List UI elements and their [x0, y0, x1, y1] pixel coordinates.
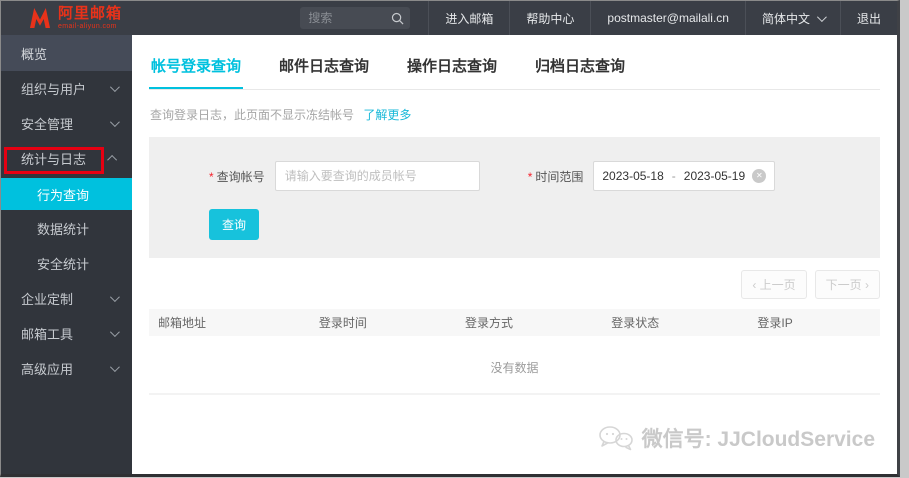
sidebar-item-label: 企业定制: [21, 292, 74, 307]
sidebar-item-behavior-query[interactable]: 行为查询: [1, 178, 132, 210]
tab-operation-log-query[interactable]: 操作日志查询: [405, 49, 499, 89]
chevron-down-icon: [109, 117, 120, 128]
sidebar-item-label: 统计与日志: [21, 152, 87, 167]
content-divider: [149, 393, 880, 395]
account-field-label: * 查询帐号: [209, 168, 265, 185]
logo-m-icon: [30, 8, 50, 28]
date-separator: -: [671, 169, 676, 183]
language-label: 简体中文: [761, 11, 810, 26]
sidebar-item-label: 邮箱工具: [21, 327, 74, 342]
clear-date-icon[interactable]: [752, 169, 767, 183]
required-asterisk: *: [527, 169, 533, 184]
date-range-picker[interactable]: 2023-05-18 - 2023-05-19: [593, 161, 776, 191]
account-label-text: 查询帐号: [216, 169, 265, 184]
sidebar-item-org-users[interactable]: 组织与用户: [1, 71, 132, 106]
chevron-down-icon: [109, 362, 120, 373]
col-login-status: 登录状态: [611, 316, 660, 330]
page-description: 查询登录日志，此页面不显示冻结帐号 了解更多: [150, 106, 880, 123]
sidebar-item-overview[interactable]: 概览: [1, 35, 132, 71]
sidebar-nav: 概览 组织与用户 安全管理 统计与日志 行为查询 数据统计 安全统计 企业定制 …: [1, 35, 132, 474]
result-table-header: 邮箱地址 登录时间 登录方式 登录状态 登录IP: [149, 309, 880, 336]
next-page-button[interactable]: 下一页 ›: [814, 270, 880, 299]
query-submit-button[interactable]: 查询: [209, 209, 260, 240]
learn-more-link[interactable]: 了解更多: [363, 108, 411, 122]
logout-link[interactable]: 退出: [839, 1, 897, 35]
help-center-label: 帮助中心: [526, 11, 575, 26]
date-range-group: * 时间范围 2023-05-18 - 2023-05-19: [528, 161, 776, 191]
query-form-panel: *查询帐号 *时间范围 2023-05-18 - 2023-05-19 查询: [149, 137, 880, 258]
required-asterisk: *: [209, 169, 214, 184]
account-input[interactable]: [274, 161, 480, 191]
main-content: 帐号登录查询 邮件日志查询 操作日志查询 归档日志查询 查询登录日志，此页面不显…: [132, 35, 897, 474]
logo-text: 阿里邮箱 email-aliyun.com: [58, 6, 122, 30]
logo-subtitle: email-aliyun.com: [58, 23, 117, 30]
account-email-label: postmaster@mailali.cn: [607, 11, 729, 25]
col-login-ip: 登录IP: [757, 316, 793, 330]
pagination: ‹ 上一页 下一页 ›: [149, 270, 880, 299]
account-email[interactable]: postmaster@mailali.cn: [590, 1, 745, 35]
sidebar-item-stats-logs[interactable]: 统计与日志: [1, 141, 132, 176]
topbar: 阿里邮箱 email-aliyun.com 进入邮箱 帮助中心 postmast…: [1, 1, 897, 35]
date-end-value[interactable]: 2023-05-19: [684, 169, 745, 183]
chevron-down-icon: [109, 82, 120, 93]
col-login-time: 登录时间: [318, 316, 367, 330]
tab-account-login-query[interactable]: 帐号登录查询: [149, 49, 244, 89]
sidebar-item-label: 组织与用户: [21, 82, 87, 97]
empty-state-text: 没有数据: [490, 361, 539, 375]
range-label-text: 时间范围: [535, 169, 584, 184]
sidebar-item-label: 行为查询: [37, 187, 90, 203]
sidebar-item-data-stats[interactable]: 数据统计: [1, 211, 132, 246]
sidebar-item-label: 安全统计: [37, 257, 90, 272]
sidebar-item-advanced-apps[interactable]: 高级应用: [1, 351, 132, 386]
aliyun-mail-logo[interactable]: 阿里邮箱 email-aliyun.com: [29, 6, 122, 30]
topbar-right: 进入邮箱 帮助中心 postmaster@mailali.cn 简体中文 退出: [300, 1, 897, 35]
query-form-row: *查询帐号 *时间范围 2023-05-18 - 2023-05-19: [209, 161, 860, 191]
chevron-down-icon: [109, 327, 120, 338]
logout-label: 退出: [856, 11, 881, 26]
enter-mailbox-link[interactable]: 进入邮箱: [428, 1, 509, 35]
sidebar-item-label: 概览: [21, 46, 48, 62]
prev-page-button[interactable]: ‹ 上一页: [741, 270, 807, 299]
col-login-method: 登录方式: [465, 316, 514, 330]
enter-mailbox-label: 进入邮箱: [445, 11, 494, 26]
page-description-text: 查询登录日志，此页面不显示冻结帐号: [150, 108, 355, 122]
date-start-value[interactable]: 2023-05-18: [602, 169, 663, 183]
topbar-search-box[interactable]: [300, 7, 411, 29]
sidebar-item-enterprise-custom[interactable]: 企业定制: [1, 281, 132, 316]
sidebar-item-security-stats[interactable]: 安全统计: [1, 246, 132, 281]
language-selector[interactable]: 简体中文: [744, 1, 840, 35]
chevron-down-icon: [109, 292, 120, 303]
sidebar-item-security-mgmt[interactable]: 安全管理: [1, 106, 132, 141]
search-icon[interactable]: [391, 12, 404, 25]
chevron-down-icon: [816, 11, 827, 22]
log-query-tabs: 帐号登录查询 邮件日志查询 操作日志查询 归档日志查询: [149, 35, 880, 90]
sidebar-item-label: 安全管理: [21, 117, 74, 132]
col-email-address: 邮箱地址: [158, 316, 207, 330]
sidebar-item-mail-tools[interactable]: 邮箱工具: [1, 316, 132, 351]
tab-mail-log-query[interactable]: 邮件日志查询: [277, 49, 371, 89]
tab-archive-log-query[interactable]: 归档日志查询: [533, 49, 627, 89]
logo-title: 阿里邮箱: [58, 5, 123, 22]
search-input[interactable]: [308, 11, 392, 25]
sidebar-item-label: 高级应用: [21, 362, 74, 377]
sidebar-item-label: 数据统计: [37, 222, 90, 237]
chevron-up-icon: [107, 154, 118, 165]
admin-console-window: 阿里邮箱 email-aliyun.com 进入邮箱 帮助中心 postmast…: [0, 0, 900, 477]
range-field-label: * 时间范围: [528, 168, 584, 185]
help-center-link[interactable]: 帮助中心: [509, 1, 590, 35]
